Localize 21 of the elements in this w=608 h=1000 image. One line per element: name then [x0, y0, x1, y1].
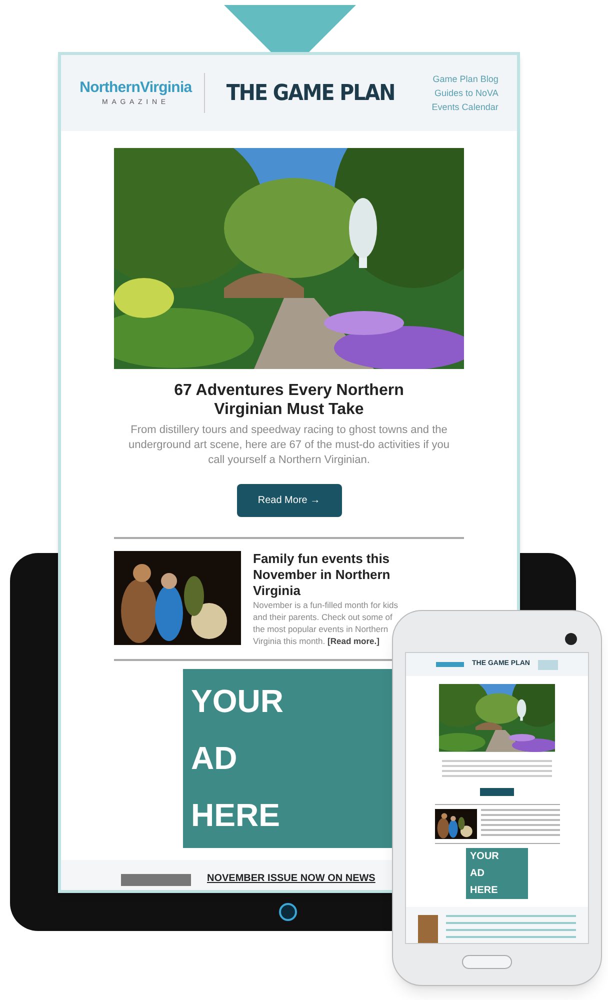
logo-text: NorthernVirginia	[80, 80, 192, 95]
ad-text: YOUR	[470, 850, 500, 864]
ad-text: HERE	[470, 884, 499, 898]
newsletter-title: THE GAME PLAN	[226, 80, 394, 108]
ad-text: HERE	[191, 796, 281, 835]
feature-text: From distillery tours and speedway racing to ghost towns and the underground art scene, here are 67 of the must-do activities if you call yourself a Northern Virginian.	[127, 423, 450, 468]
magazine-thumbnail	[121, 874, 191, 886]
ad-text: AD	[191, 739, 238, 778]
article-text: November is a fun-filled month for kids and their parents. Check out some of the most popular events in Northern Virginia this month. [Read more.]	[253, 599, 400, 647]
header-link[interactable]: Guides to NoVA	[434, 86, 498, 100]
magazine-thumbnail	[418, 915, 438, 943]
header-link[interactable]: Events Calendar	[432, 100, 498, 114]
article-title: Family fun events this November in Northern Virginia	[253, 551, 392, 599]
issue-heading: NOVEMBER ISSUE NOW ON NEWS	[207, 872, 376, 886]
read-more-button[interactable]: Read More →	[236, 484, 342, 517]
read-more-button[interactable]	[480, 788, 514, 796]
ad-text: YOUR	[191, 682, 284, 721]
feature-headline: 67 Adventures Every Northern Virginian Must Take	[173, 381, 405, 419]
ad-text: AD	[470, 867, 486, 881]
header-link[interactable]: Game Plan Blog	[432, 72, 498, 86]
read-more-link[interactable]: [Read more.]	[328, 636, 380, 646]
